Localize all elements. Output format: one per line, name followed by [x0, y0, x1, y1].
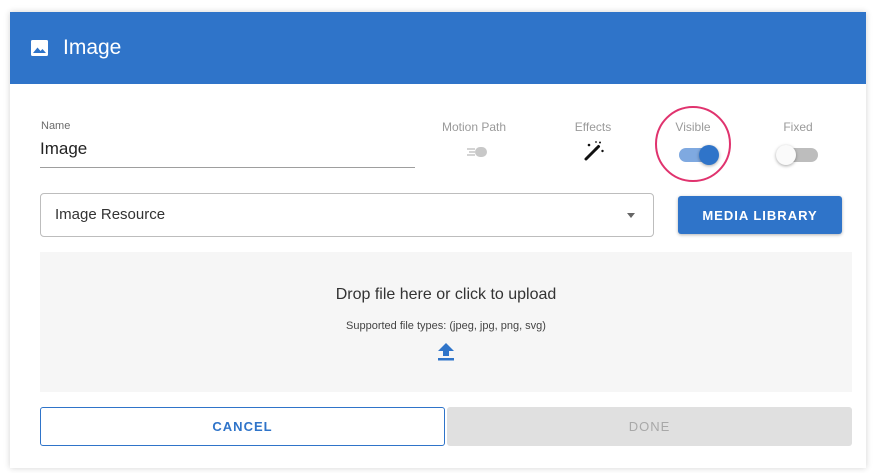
name-field-underline — [40, 167, 415, 168]
image-resource-select-value: Image Resource — [55, 206, 166, 223]
visible-highlight-circle — [655, 106, 731, 182]
dialog-header: Image — [10, 12, 866, 84]
done-button[interactable]: DONE — [447, 407, 852, 446]
image-icon — [31, 40, 48, 56]
fixed-toggle[interactable] — [776, 144, 818, 166]
motion-path-icon[interactable] — [466, 146, 488, 158]
fixed-label: Fixed — [783, 120, 813, 134]
motion-path-label: Motion Path — [441, 120, 507, 134]
media-library-button[interactable]: MEDIA LIBRARY — [678, 196, 842, 234]
chevron-down-icon — [627, 213, 635, 218]
fixed-toggle-thumb — [776, 145, 796, 165]
cancel-button[interactable]: CANCEL — [40, 407, 445, 446]
name-field-value[interactable]: Image — [40, 139, 87, 159]
upload-dropzone[interactable]: Drop file here or click to upload Suppor… — [40, 252, 852, 392]
magic-wand-icon[interactable] — [583, 140, 605, 162]
upload-icon[interactable] — [438, 343, 454, 361]
name-field-label: Name — [41, 120, 71, 132]
dropzone-subtitle: Supported file types: (jpeg, jpg, png, s… — [346, 320, 546, 332]
image-resource-select[interactable]: Image Resource — [40, 193, 654, 237]
dialog-title: Image — [63, 36, 122, 59]
effects-label: Effects — [574, 120, 612, 134]
image-dialog: Image Name Image Motion Path Effects Vis… — [10, 12, 866, 468]
dropzone-title: Drop file here or click to upload — [335, 286, 557, 303]
